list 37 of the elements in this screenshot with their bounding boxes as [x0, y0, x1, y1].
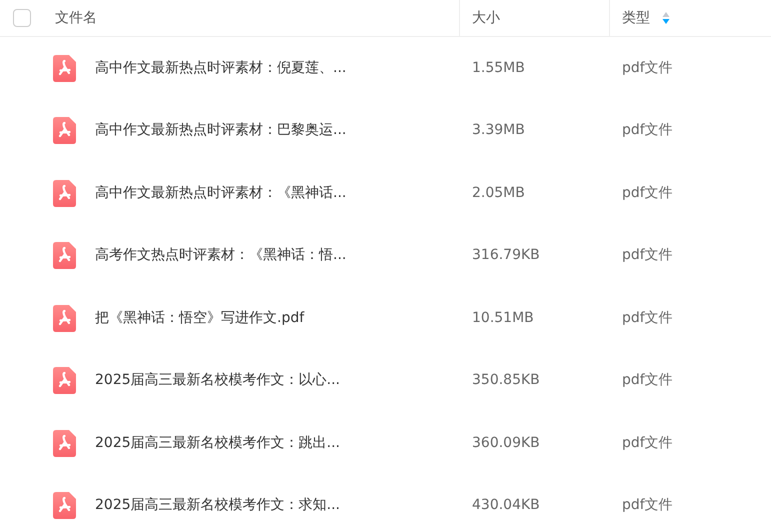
- file-type: pdf文件: [622, 372, 673, 388]
- file-name[interactable]: 把《黑神话：悟空》写进作文.pdf: [95, 308, 304, 329]
- file-type: pdf文件: [622, 247, 673, 264]
- file-type: pdf文件: [622, 60, 673, 76]
- file-type: pdf文件: [622, 122, 673, 138]
- pdf-file-icon: [53, 430, 76, 457]
- file-size: 1.55MB: [472, 60, 525, 76]
- column-header[interactable]: 类型: [622, 8, 650, 28]
- file-name[interactable]: 2025届高三最新名校模考作文：以心...: [95, 370, 340, 392]
- file-type: pdf文件: [622, 497, 673, 514]
- pdf-file-icon: [53, 180, 76, 207]
- pdf-file-icon: [53, 367, 76, 394]
- sort-icon[interactable]: [662, 11, 670, 25]
- file-name[interactable]: 2025届高三最新名校模考作文：求知...: [95, 495, 340, 516]
- column-header[interactable]: 大小: [472, 8, 500, 28]
- file-name[interactable]: 高中作文最新热点时评素材：《黑神话...: [95, 182, 346, 204]
- file-size: 350.85KB: [472, 372, 540, 388]
- pdf-file-icon: [53, 242, 76, 270]
- file-size: 360.09KB: [472, 434, 540, 451]
- pdf-file-icon: [53, 304, 76, 332]
- file-type: pdf文件: [622, 310, 673, 326]
- file-name[interactable]: 高考作文热点时评素材：《黑神话：悟...: [95, 245, 346, 266]
- file-size: 430.04KB: [472, 497, 540, 514]
- file-size: 10.51MB: [472, 310, 534, 326]
- pdf-file-icon: [53, 492, 76, 520]
- file-size: 3.39MB: [472, 122, 525, 138]
- column-header[interactable]: 文件名: [55, 8, 97, 28]
- pdf-file-icon: [53, 54, 76, 82]
- file-name[interactable]: 2025届高三最新名校模考作文：跳出...: [95, 432, 340, 454]
- file-name[interactable]: 高中作文最新热点时评素材：倪夏莲、...: [95, 58, 346, 79]
- file-size: 316.79KB: [472, 247, 540, 264]
- select-all-checkbox[interactable]: [13, 9, 31, 27]
- pdf-file-icon: [53, 117, 76, 144]
- file-type: pdf文件: [622, 184, 673, 201]
- file-name[interactable]: 高中作文最新热点时评素材：巴黎奥运...: [95, 120, 346, 142]
- file-size: 2.05MB: [472, 184, 525, 201]
- file-type: pdf文件: [622, 434, 673, 451]
